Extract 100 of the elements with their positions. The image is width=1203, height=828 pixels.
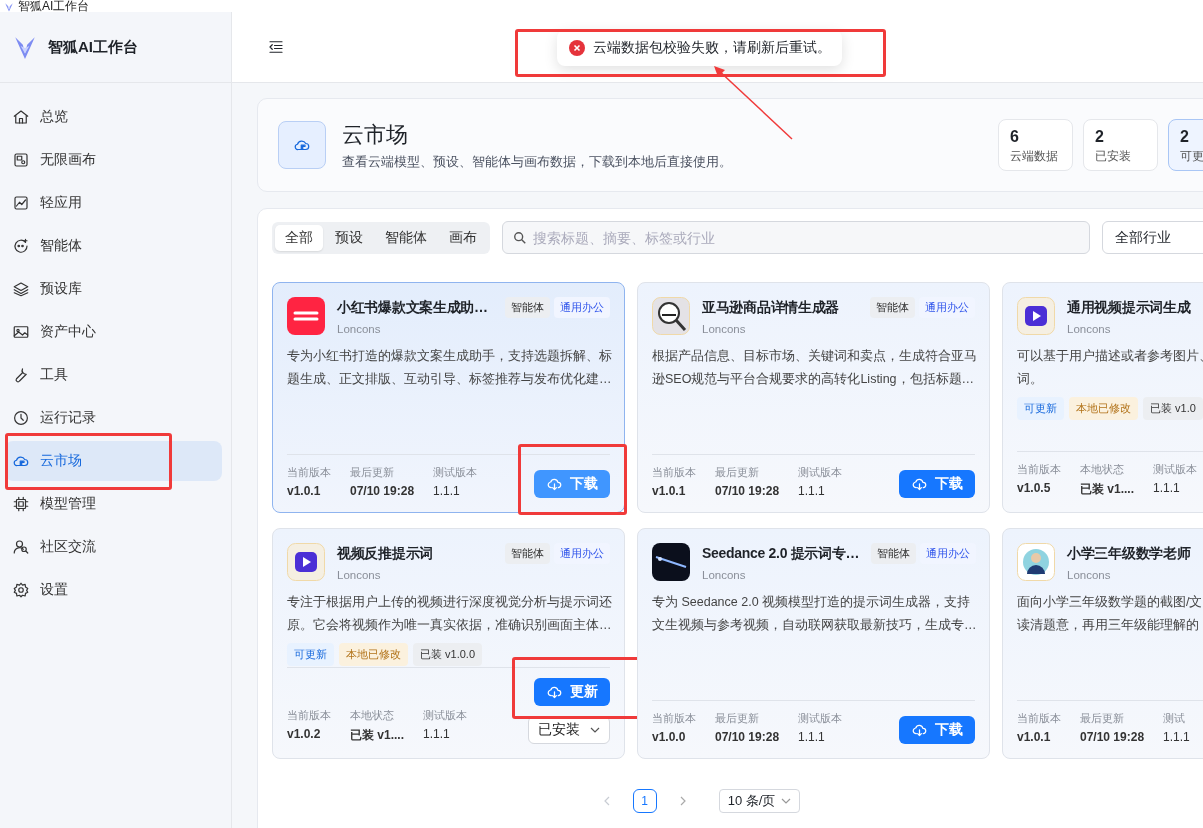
meta-label: 最后更新 (1080, 711, 1125, 726)
caret-icon (590, 725, 600, 735)
filter-tab[interactable]: 全部 (275, 224, 323, 251)
card-author: Loncons (1067, 569, 1112, 581)
page-number[interactable]: 1 (632, 789, 657, 813)
card-description: 面向小学三年级数学题的截图/文 读清题意，再用三年级能理解的 (1017, 594, 1203, 634)
card-description: 根据产品信息、目标市场、关键词和卖点，生成符合亚马 逊SEO规范与平台合规要求的高转化Listing，包括标题… (652, 348, 975, 388)
filter-tab[interactable]: 画布 (439, 224, 487, 251)
sidebar-item[interactable]: 工具 (5, 355, 222, 395)
meta-label: 当前版本 (652, 465, 696, 480)
card-description: 可以基于用户描述或者参考图片、 词。 (1017, 348, 1203, 388)
type-tag: 智能体 (871, 543, 917, 564)
meta-value: 07/10 19:28 (715, 730, 780, 744)
page-title: 云市场 (342, 120, 409, 149)
meta-label: 测试版本 (1153, 462, 1198, 477)
search-field[interactable]: 搜索标题、摘要、标签或行业 (502, 221, 1090, 254)
meta-value: 已装 v1.... (350, 727, 405, 744)
update-tag: 可更新 (1017, 397, 1064, 420)
card-title: 小红书爆款文案生成助… (337, 299, 489, 317)
card-description: 专为小红书打造的爆款文案生成助手，支持选题拆解、标 题生成、正文排版、互动引导、标签推荐与发布优化建… (287, 348, 610, 388)
meta-label: 当前版本 (1017, 711, 1061, 726)
meta-label: 测试版本 (798, 465, 843, 480)
meta-label: 测试版本 (433, 465, 478, 480)
industry-dropdown[interactable]: 全部行业 (1102, 221, 1203, 254)
page-size-dropdown[interactable]: 10 条/页 (718, 789, 801, 813)
app-name: 智狐AI工作台 (48, 37, 138, 57)
card-title: Seedance 2.0 提示词专… (702, 545, 860, 563)
meta-label: 最后更新 (715, 465, 760, 480)
meta-value: v1.0.2 (287, 727, 322, 741)
stat-card[interactable]: 2 已安装 (1083, 119, 1158, 171)
stat-card[interactable]: 6 云端数据 (998, 119, 1073, 171)
card-title: 视频反推提示词 (337, 545, 434, 563)
window-title: 智狐AI工作台 (18, 0, 90, 12)
filter-tab[interactable]: 预设 (325, 224, 373, 251)
card-title: 亚马逊商品详情生成器 (702, 299, 840, 317)
sidebar-item[interactable]: 运行记录 (5, 398, 222, 438)
meta-label: 最后更新 (715, 711, 760, 726)
sidebar-item[interactable]: 模型管理 (5, 484, 222, 524)
meta-label: 测试版本 (423, 708, 468, 723)
sidebar-item[interactable]: 资产中心 (5, 312, 222, 352)
sidebar-item[interactable]: 预设库 (5, 269, 222, 309)
meta-value: 已装 v1.... (1080, 481, 1135, 498)
meta-label: 本地状态 (1080, 462, 1125, 477)
meta-value: 07/10 19:28 (1080, 730, 1145, 744)
meta-value: 1.1.1 (798, 484, 826, 498)
menu-collapse-icon[interactable] (267, 38, 285, 56)
toast-message: 云端数据包校验失败，请刷新后重试。 (593, 39, 831, 57)
card-title: 通用视频提示词生成 (1067, 299, 1192, 317)
meta-value: v1.0.1 (652, 484, 687, 498)
card-description: 专为 Seedance 2.0 视频模型打造的提示词生成器，支持 文生视频与参考视频，自动联网获取最新技巧，生成专… (652, 594, 975, 634)
installed-tag: 已装 v1.0.0 (413, 643, 483, 666)
sidebar-item[interactable]: 设置 (5, 570, 222, 610)
chip-icon (12, 495, 30, 513)
canvas-icon (12, 151, 30, 169)
cloud-download-icon (911, 476, 927, 492)
sidebar-item[interactable]: 总览 (5, 97, 222, 137)
sidebar-item[interactable]: 无限画布 (5, 140, 222, 180)
sidebar-item[interactable]: 社区交流 (5, 527, 222, 567)
industry-tag: 通用办公 (554, 297, 610, 318)
search-icon (513, 231, 527, 245)
robot-face-icon (12, 237, 30, 255)
stat-card[interactable]: 2 可更 (1168, 119, 1203, 171)
meta-value: 1.1.1 (1153, 481, 1181, 495)
meta-value: 07/10 19:28 (350, 484, 415, 498)
meta-value: v1.0.0 (652, 730, 687, 744)
stat-label: 云端数据 (1010, 149, 1059, 164)
settings-icon (12, 581, 30, 599)
users-icon (12, 538, 30, 556)
stat-label: 已安装 (1095, 149, 1132, 164)
download-button[interactable]: 下载 (899, 716, 975, 744)
cloud-download-icon (546, 476, 562, 492)
sidebar-item[interactable]: 智能体 (5, 226, 222, 266)
meta-value: v1.0.1 (1017, 730, 1052, 744)
meta-value: 07/10 19:28 (715, 484, 780, 498)
meta-label: 测试版本 (798, 711, 843, 726)
type-tag: 智能体 (505, 543, 550, 564)
type-tag: 智能体 (870, 297, 915, 318)
layers-icon (12, 280, 30, 298)
meta-label: 本地状态 (350, 708, 395, 723)
card-author: Loncons (1067, 323, 1112, 335)
stat-label: 可更 (1180, 149, 1203, 164)
download-button[interactable]: 更新 (534, 678, 610, 706)
page-subtitle: 查看云端模型、预设、智能体与画布数据，下载到本地后直接使用。 (342, 153, 733, 171)
card-author: Loncons (702, 323, 747, 335)
meta-value: 1.1.1 (798, 730, 826, 744)
sidebar-item[interactable]: 云市场 (5, 441, 222, 481)
meta-value: 1.1.1 (1163, 730, 1190, 744)
image-icon (12, 323, 30, 341)
cloud-download-icon (911, 722, 927, 738)
card-author: Loncons (337, 569, 382, 581)
meta-label: 当前版本 (1017, 462, 1061, 477)
card-description: 专注于根据用户上传的视频进行深度视觉分析与提示词还 原。它会将视频作为唯一真实依据，准确识别画面主体… (287, 594, 610, 634)
meta-label: 当前版本 (287, 708, 331, 723)
download-button[interactable]: 下载 (899, 470, 975, 498)
cloud-download-icon (546, 684, 562, 700)
meta-value: 1.1.1 (433, 484, 461, 498)
meta-label: 最后更新 (350, 465, 395, 480)
modified-tag: 本地已修改 (339, 643, 408, 666)
filter-tab[interactable]: 智能体 (375, 224, 437, 251)
sidebar-item[interactable]: 轻应用 (5, 183, 222, 223)
